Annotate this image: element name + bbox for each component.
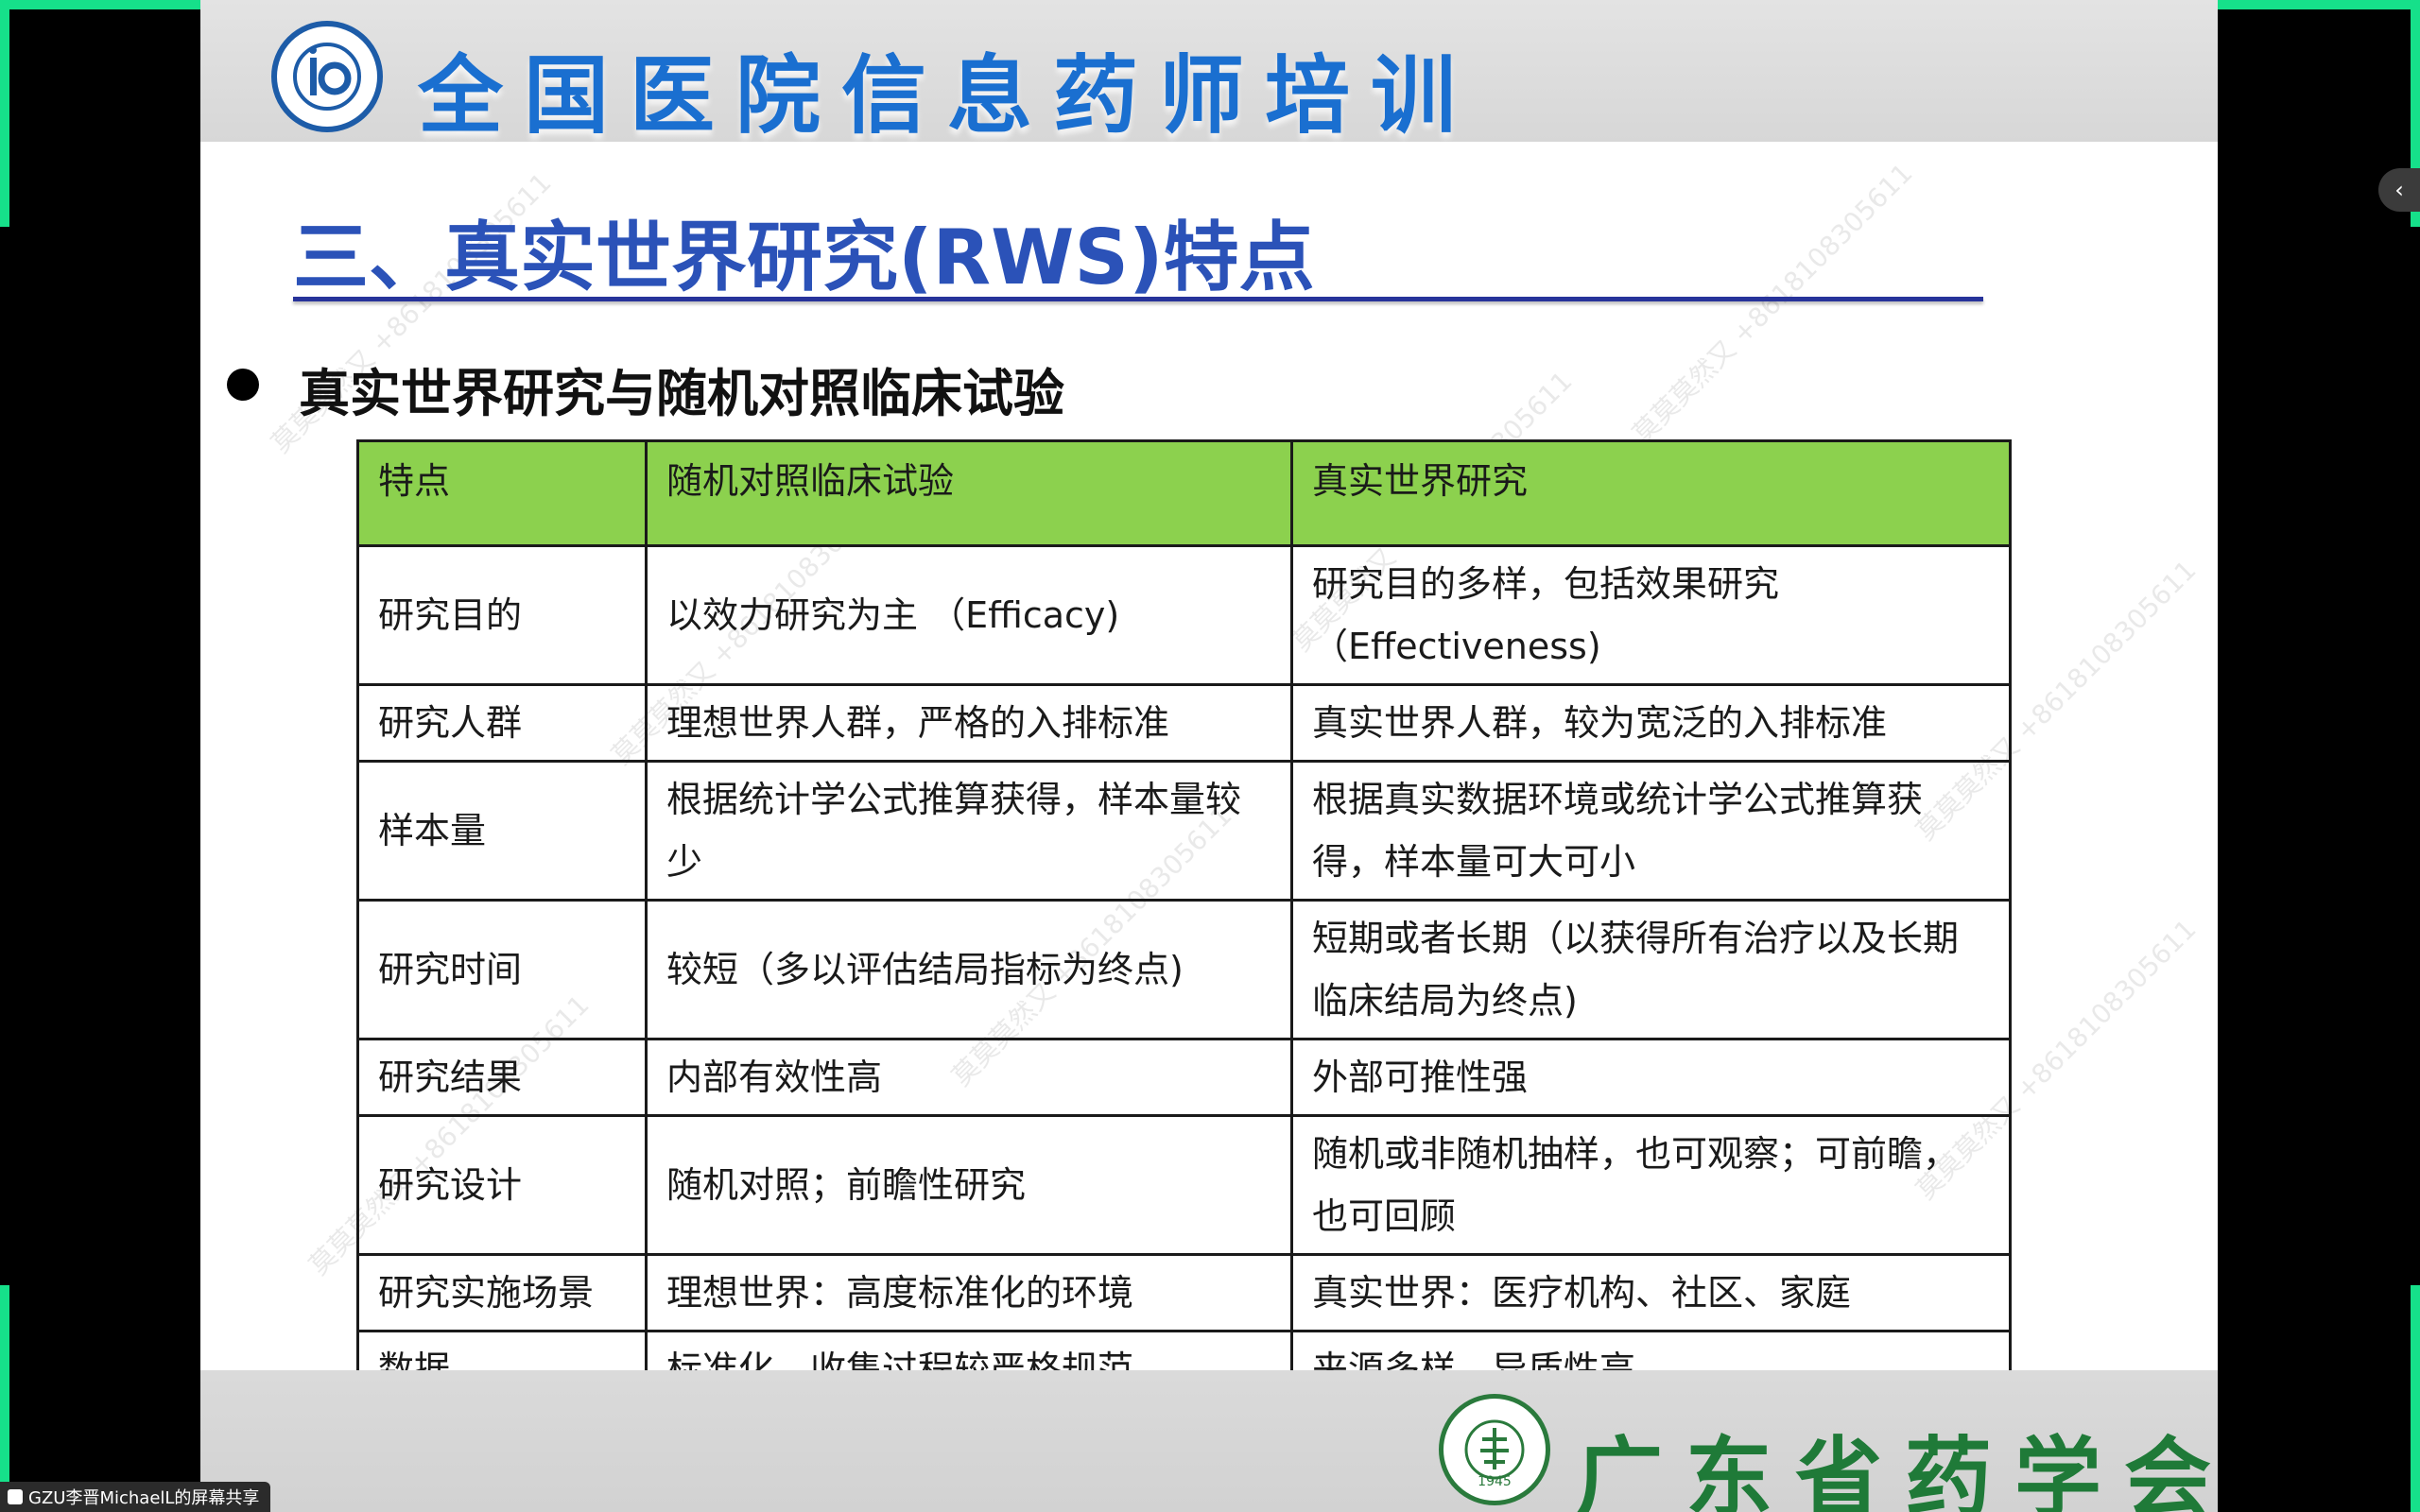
table-cell-rws: 随机或非随机抽样，也可观察；可前瞻，也可回顾 (1290, 1114, 2012, 1256)
table-row: 研究实施场景 理想世界：高度标准化的环境 真实世界：医疗机构、社区、家庭 (356, 1253, 2012, 1332)
table-cell-rct: 内部有效性高 (645, 1038, 1293, 1117)
table-cell-feature: 研究人群 (356, 683, 648, 763)
table-cell-rws: 外部可推性强 (1290, 1038, 2012, 1117)
screen-share-icon (8, 1489, 23, 1504)
table-header-cell: 真实世界研究 (1290, 439, 2012, 547)
table-cell-rct: 根据统计学公式推算获得，样本量较少 (645, 760, 1293, 902)
table-row: 研究人群 理想世界人群，严格的入排标准 真实世界人群，较为宽泛的入排标准 (356, 683, 2012, 763)
corner-mark-top-left-v (0, 0, 9, 227)
corner-mark-bottom-right-v (2411, 1285, 2420, 1512)
table-cell-feature: 研究结果 (356, 1038, 648, 1117)
table-header-row: 特点 随机对照临床试验 真实世界研究 (356, 439, 2012, 547)
collapse-panel-chevron-icon[interactable]: ‹ (2378, 168, 2420, 212)
table-cell-rws: 真实世界人群，较为宽泛的入排标准 (1290, 683, 2012, 763)
table-row: 研究时间 较短（多以评估结局指标为终点) 短期或者长期（以获得所有治疗以及长期临… (356, 899, 2012, 1040)
table-row: 研究设计 随机对照；前瞻性研究 随机或非随机抽样，也可观察；可前瞻，也可回顾 (356, 1114, 2012, 1256)
table-header-cell: 特点 (356, 439, 648, 547)
society-seal-icon: 1945 (1439, 1394, 1550, 1505)
screen-share-label: GZU李晋MichaelL的屏幕共享 (28, 1488, 260, 1508)
comparison-table: 特点 随机对照临床试验 真实世界研究 研究目的 以效力研究为主 （Efficac… (356, 439, 2012, 1409)
table-cell-feature: 样本量 (356, 760, 648, 902)
slide-title: 三、真实世界研究(RWS)特点 (293, 214, 1315, 301)
table-row: 研究目的 以效力研究为主 （Efficacy) 研究目的多样，包括效果研究（Ef… (356, 544, 2012, 686)
table-cell-rws: 短期或者长期（以获得所有治疗以及长期临床结局为终点) (1290, 899, 2012, 1040)
training-logo-icon (271, 21, 383, 132)
corner-mark-bottom-left-v (0, 1285, 9, 1512)
table-cell-rct: 理想世界：高度标准化的环境 (645, 1253, 1293, 1332)
seal-year: 1945 (1478, 1474, 1512, 1489)
table-cell-feature: 研究时间 (356, 899, 648, 1040)
table-cell-rct: 随机对照；前瞻性研究 (645, 1114, 1293, 1256)
table-cell-feature: 研究目的 (356, 544, 648, 686)
table-cell-rws: 研究目的多样，包括效果研究（Effectiveness) (1290, 544, 2012, 686)
table-row: 样本量 根据统计学公式推算获得，样本量较少 根据真实数据环境或统计学公式推算获得… (356, 760, 2012, 902)
table-cell-rws: 根据真实数据环境或统计学公式推算获得，样本量可大可小 (1290, 760, 2012, 902)
bullet-heading: 真实世界研究与随机对照临床试验 (299, 364, 1064, 423)
table-cell-feature: 研究设计 (356, 1114, 648, 1256)
header-title: 全国医院信息药师培训 (418, 46, 1477, 146)
watermark: 莫莫莫然又 +8618108305611 (1626, 157, 1919, 450)
table-cell-rws: 真实世界：医疗机构、社区、家庭 (1290, 1253, 2012, 1332)
presentation-slide: 全国医院信息药师培训 莫莫莫然又 +8618108305611 莫莫莫然又 +8… (200, 0, 2218, 1512)
bullet-icon (227, 369, 259, 401)
corner-mark-top-left-h (0, 0, 227, 9)
table-header-cell: 随机对照临床试验 (645, 439, 1293, 547)
table-cell-rct: 理想世界人群，严格的入排标准 (645, 683, 1293, 763)
table-cell-feature: 研究实施场景 (356, 1253, 648, 1332)
title-underline (293, 297, 1983, 301)
organization-name: 广东省药学会 (1576, 1428, 2218, 1512)
table-cell-rct: 以效力研究为主 （Efficacy) (645, 544, 1293, 686)
slide-header-band: 全国医院信息药师培训 (200, 0, 2218, 146)
screen-share-indicator[interactable]: GZU李晋MichaelL的屏幕共享 (0, 1482, 271, 1512)
table-row: 研究结果 内部有效性高 外部可推性强 (356, 1038, 2012, 1117)
table-cell-rct: 较短（多以评估结局指标为终点) (645, 899, 1293, 1040)
corner-mark-top-right-h (2193, 0, 2420, 9)
